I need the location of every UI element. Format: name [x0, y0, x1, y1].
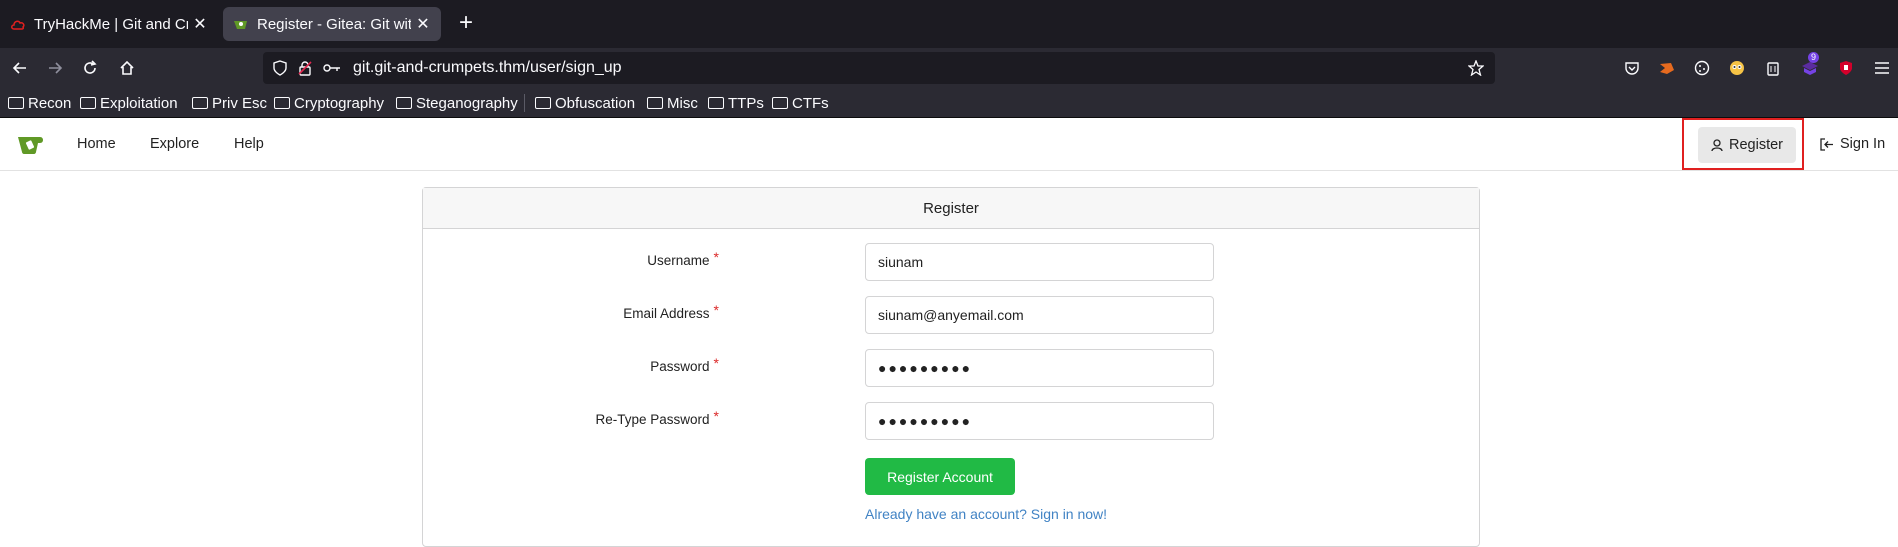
reload-icon[interactable]: [78, 56, 102, 80]
bookmark-folder-priv-esc[interactable]: Priv Esc: [192, 93, 267, 113]
signin-link[interactable]: Already have an account? Sign in now!: [865, 506, 1107, 522]
tab-register[interactable]: Register - Gitea: Git with a ✕: [223, 7, 441, 41]
gitea-logo-icon[interactable]: [16, 132, 46, 156]
retype-password-label-text: Re-Type Password: [595, 412, 710, 427]
insecure-lock-icon[interactable]: [296, 59, 314, 77]
bookmark-label: CTFs: [792, 94, 829, 112]
gitea-favicon-icon: [233, 16, 249, 32]
folder-icon: [80, 97, 96, 109]
bookmark-folder-recon[interactable]: Recon: [8, 93, 71, 113]
register-form-title: Register: [423, 188, 1479, 229]
page-content: Home Explore Help Register Sign In Regis…: [0, 118, 1898, 547]
register-form-card: Register Username * siunam Email Address *…: [422, 187, 1480, 547]
url-text[interactable]: git.git-and-crumpets.thm/user/sign_up: [353, 59, 622, 77]
username-input[interactable]: siunam: [865, 243, 1214, 281]
nav-home-link[interactable]: Home: [77, 136, 116, 152]
email-label: Email Address *: [419, 302, 719, 321]
site-header: Home Explore Help Register Sign In: [0, 118, 1898, 171]
bookmark-folder-cryptography[interactable]: Cryptography: [274, 93, 384, 113]
bookmark-folder-misc[interactable]: Misc: [647, 93, 698, 113]
bookmark-label: Exploitation: [100, 94, 178, 112]
back-arrow-icon[interactable]: [8, 56, 32, 80]
bookmark-label: Steganography: [416, 94, 518, 112]
url-bar[interactable]: git.git-and-crumpets.thm/user/sign_up: [263, 52, 1495, 84]
bookmark-label: Cryptography: [294, 94, 385, 112]
extension-badge-count: 9: [1808, 52, 1820, 63]
hamburger-menu-icon[interactable]: [1872, 58, 1892, 78]
folder-icon: [192, 97, 208, 109]
tab-tryhackme[interactable]: TryHackMe | Git and Crum ✕: [0, 7, 218, 41]
extension-badge-icon[interactable]: 9: [1800, 52, 1820, 78]
cookie-icon[interactable]: [1692, 58, 1712, 78]
new-tab-plus-icon[interactable]: +: [454, 11, 478, 36]
register-account-button[interactable]: Register Account: [865, 458, 1015, 495]
folder-icon: [396, 97, 412, 109]
signin-nav-label: Sign In: [1840, 136, 1886, 152]
shield-icon[interactable]: [271, 59, 289, 77]
bookmark-folder-ctfs[interactable]: CTFs: [772, 93, 829, 113]
required-marker: *: [713, 302, 719, 318]
bookmark-separator: [524, 94, 525, 112]
home-icon[interactable]: [115, 56, 139, 80]
browser-tab-bar: TryHackMe | Git and Crum ✕ Register - Gi…: [0, 0, 1898, 48]
foxyproxy-icon[interactable]: [1657, 58, 1677, 78]
tryhackme-favicon-icon: [10, 16, 26, 32]
username-label-text: Username: [647, 253, 710, 268]
required-marker: *: [713, 249, 719, 265]
nav-help-link[interactable]: Help: [234, 136, 264, 152]
tab-title: Register - Gitea: Git with a: [257, 15, 411, 33]
password-label-text: Password: [650, 359, 710, 374]
email-label-text: Email Address: [623, 306, 710, 321]
folder-icon: [535, 97, 551, 109]
bookmark-folder-exploitation[interactable]: Exploitation: [80, 93, 178, 113]
bookmark-label: Priv Esc: [212, 94, 268, 112]
ublock-icon[interactable]: [1836, 58, 1856, 78]
pocket-icon[interactable]: [1622, 58, 1642, 78]
folder-icon: [772, 97, 788, 109]
bookmarks-toolbar: Recon Exploitation Priv Esc Cryptography…: [0, 88, 1898, 118]
password-input[interactable]: ●●●●●●●●●: [865, 349, 1214, 387]
wappalyzer-icon[interactable]: [1727, 58, 1747, 78]
forward-arrow-icon[interactable]: [43, 56, 67, 80]
bookmark-label: Obfuscation: [555, 94, 636, 112]
required-marker: *: [713, 408, 719, 424]
retype-password-input[interactable]: ●●●●●●●●●: [865, 402, 1214, 440]
folder-icon: [647, 97, 663, 109]
nav-explore-link[interactable]: Explore: [150, 136, 199, 152]
bookmark-star-icon[interactable]: [1467, 59, 1485, 77]
close-icon[interactable]: ✕: [415, 14, 431, 34]
retype-password-label: Re-Type Password *: [419, 408, 720, 427]
folder-icon: [708, 97, 724, 109]
bookmark-folder-obfuscation[interactable]: Obfuscation: [535, 93, 635, 113]
username-label: Username *: [419, 249, 719, 268]
signin-nav-link[interactable]: Sign In: [1820, 136, 1885, 152]
sign-in-icon: [1820, 137, 1834, 151]
folder-icon: [274, 97, 290, 109]
folder-icon: [8, 97, 24, 109]
key-icon[interactable]: [323, 59, 341, 77]
bookmark-label: Misc: [667, 94, 698, 112]
bookmark-folder-ttps[interactable]: TTPs: [708, 93, 764, 113]
annotation-highlight-box: [1682, 118, 1804, 170]
clipboard-icon[interactable]: [1763, 58, 1783, 78]
close-icon[interactable]: ✕: [192, 14, 208, 34]
browser-nav-bar: git.git-and-crumpets.thm/user/sign_up 9: [0, 48, 1898, 88]
bookmark-folder-steganography[interactable]: Steganography: [396, 93, 518, 113]
bookmark-label: TTPs: [728, 94, 764, 112]
bookmark-label: Recon: [28, 94, 72, 112]
tab-title: TryHackMe | Git and Crum: [34, 15, 188, 33]
required-marker: *: [713, 355, 719, 371]
password-label: Password *: [419, 355, 719, 374]
email-input[interactable]: siunam@anyemail.com: [865, 296, 1214, 334]
